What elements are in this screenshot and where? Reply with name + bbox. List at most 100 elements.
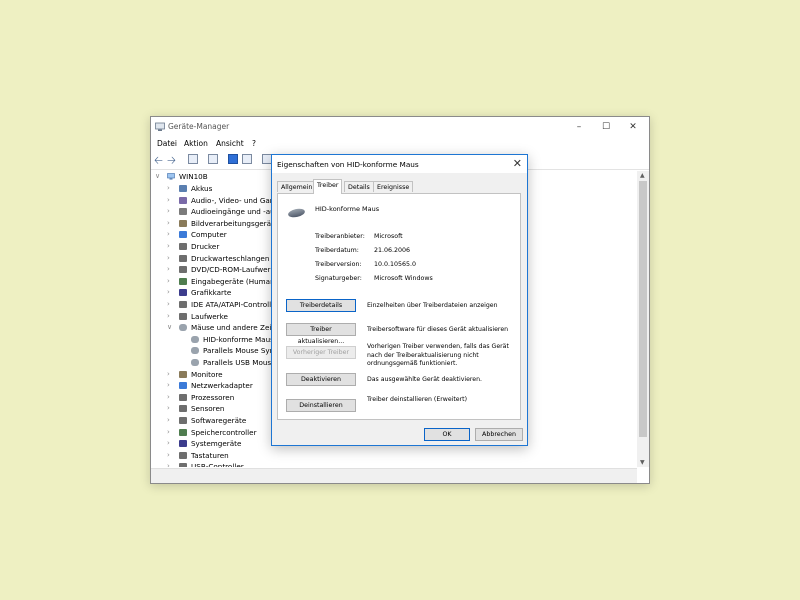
maximize-icon[interactable]: ☐: [596, 120, 616, 134]
mouse-icon: [191, 335, 199, 343]
graphics-card-icon: [179, 289, 187, 297]
scroll-up-icon[interactable]: ▲: [640, 172, 645, 179]
menu-aktion[interactable]: Aktion: [184, 139, 208, 148]
rollback-driver-button[interactable]: Vorheriger Treiber: [286, 346, 356, 359]
expand-icon[interactable]: ›: [167, 206, 175, 217]
tree-item-label: Monitore: [191, 369, 223, 379]
expand-icon[interactable]: ›: [167, 229, 175, 240]
expand-icon[interactable]: ›: [167, 253, 175, 264]
expand-icon[interactable]: ›: [167, 450, 175, 461]
update-driver-button[interactable]: Treiber aktualisieren...: [286, 323, 356, 345]
update-driver-description: Treibersoftware für dieses Gerät aktuali…: [367, 326, 509, 333]
rollback-driver-description: Vorherigen Treiber verwenden, falls das …: [367, 343, 509, 367]
expand-icon[interactable]: ›: [167, 287, 175, 298]
tree-item-label: Eingabegeräte (Human: [191, 276, 275, 286]
mouse-icon: [287, 207, 306, 219]
expand-icon[interactable]: ›: [167, 264, 175, 275]
expand-icon[interactable]: ›: [167, 369, 175, 380]
minimize-icon[interactable]: –: [569, 120, 589, 134]
software-device-icon: [179, 417, 187, 424]
expand-icon[interactable]: ›: [167, 461, 175, 467]
expand-icon[interactable]: ›: [167, 241, 175, 252]
tree-item-label: Prozessoren: [191, 392, 235, 402]
help-icon[interactable]: [228, 154, 238, 164]
list-view-icon[interactable]: [208, 154, 218, 164]
disable-device-description: Das ausgewählte Gerät deaktivieren.: [367, 376, 482, 383]
tree-item-label: Audioeingänge und -au: [191, 207, 275, 217]
tree-item-label: HID-konforme Maus: [203, 334, 274, 344]
printer-icon: [179, 243, 187, 250]
tree-item-label: Akkus: [191, 184, 213, 193]
driver-version-value: 10.0.10565.0: [374, 261, 417, 268]
expand-icon[interactable]: ›: [167, 299, 175, 310]
print-queue-icon: [179, 254, 187, 262]
tree-item-label: Parallels Mouse Sync: [203, 346, 279, 356]
expand-icon[interactable]: ›: [167, 183, 175, 194]
horizontal-scrollbar[interactable]: [151, 468, 637, 483]
tab-details[interactable]: Details: [344, 181, 374, 192]
battery-icon: [179, 185, 187, 192]
sensor-icon: [179, 405, 187, 413]
scroll-down-icon[interactable]: ▼: [640, 459, 645, 466]
scrollbar-thumb[interactable]: [639, 181, 647, 437]
properties-dialog: Eigenschaften von HID-konforme Maus ✕ Al…: [271, 154, 528, 446]
tree-item-label: Grafikkarte: [191, 288, 232, 298]
expand-icon[interactable]: ›: [167, 380, 175, 391]
forward-arrow-icon[interactable]: 🡢: [167, 152, 176, 171]
scan-hardware-icon[interactable]: [242, 154, 252, 164]
expand-icon[interactable]: ›: [167, 218, 175, 229]
properties-view-icon[interactable]: [188, 154, 198, 164]
expand-icon[interactable]: ›: [167, 392, 175, 403]
tree-item-label: Computer: [191, 230, 227, 240]
ok-button[interactable]: OK: [424, 428, 470, 441]
driver-details-button[interactable]: Treiberdetails: [286, 299, 356, 312]
tab-treiber[interactable]: Treiber: [313, 179, 343, 194]
uninstall-button[interactable]: Deinstallieren: [286, 399, 356, 412]
audio-video-icon: [179, 196, 187, 204]
expand-icon[interactable]: ›: [167, 403, 175, 414]
cancel-button[interactable]: Abbrechen: [475, 428, 523, 441]
keyboard-icon: [179, 451, 187, 459]
tree-item-label: Systemgeräte: [191, 439, 242, 449]
window-title: Geräte-Manager: [168, 122, 230, 131]
title-bar: Geräte-Manager – ☐ ✕: [151, 117, 649, 137]
signer-label: Signaturgeber:: [315, 275, 362, 282]
network-icon: [179, 382, 187, 390]
audio-io-icon: [179, 208, 187, 216]
driver-date-value: 21.06.2006: [374, 247, 411, 254]
expand-icon[interactable]: ›: [167, 311, 175, 322]
driver-provider-value: Microsoft: [374, 233, 403, 240]
tree-item-label: USB-Controller: [191, 462, 244, 467]
tab-allgemein[interactable]: Allgemein: [277, 181, 317, 192]
close-icon[interactable]: ✕: [623, 120, 643, 134]
tree-item-label: Audio-, Video- und Gam: [191, 195, 277, 205]
expand-icon[interactable]: ›: [167, 415, 175, 426]
back-arrow-icon[interactable]: 🡠: [154, 152, 163, 171]
tree-item-label: Laufwerke: [191, 311, 228, 321]
system-device-icon: [179, 440, 187, 448]
menu-bar: Datei Aktion Ansicht ?: [151, 137, 649, 151]
collapse-icon[interactable]: ∨: [155, 171, 163, 182]
usb-icon: [179, 463, 187, 467]
expand-icon[interactable]: ›: [167, 195, 175, 206]
menu-datei[interactable]: Datei: [157, 139, 177, 148]
menu-help[interactable]: ?: [252, 139, 256, 148]
dvd-icon: [179, 266, 187, 274]
dialog-title: Eigenschaften von HID-konforme Maus: [277, 160, 419, 169]
dialog-close-icon[interactable]: ✕: [513, 157, 522, 170]
tree-item-label: Druckwarteschlangen: [191, 253, 270, 263]
tab-ereignisse[interactable]: Ereignisse: [373, 181, 414, 192]
computer-icon: [167, 173, 175, 180]
tree-item-label: Parallels USB Mouse: [203, 358, 276, 367]
expand-icon[interactable]: ›: [167, 427, 175, 438]
tree-item-label: Netzwerkadapter: [191, 381, 253, 391]
monitor-icon: [179, 370, 187, 378]
expand-icon[interactable]: ›: [167, 276, 175, 287]
menu-ansicht[interactable]: Ansicht: [216, 139, 244, 148]
collapse-icon[interactable]: ∨: [167, 322, 175, 333]
disable-device-button[interactable]: Deaktivieren: [286, 373, 356, 386]
tree-item-label: Mäuse und andere Zeig: [191, 323, 276, 333]
expand-icon[interactable]: ›: [167, 438, 175, 449]
driver-details-description: Einzelheiten über Treiberdateien anzeige…: [367, 302, 498, 309]
vertical-scrollbar[interactable]: ▲ ▼: [637, 171, 649, 467]
